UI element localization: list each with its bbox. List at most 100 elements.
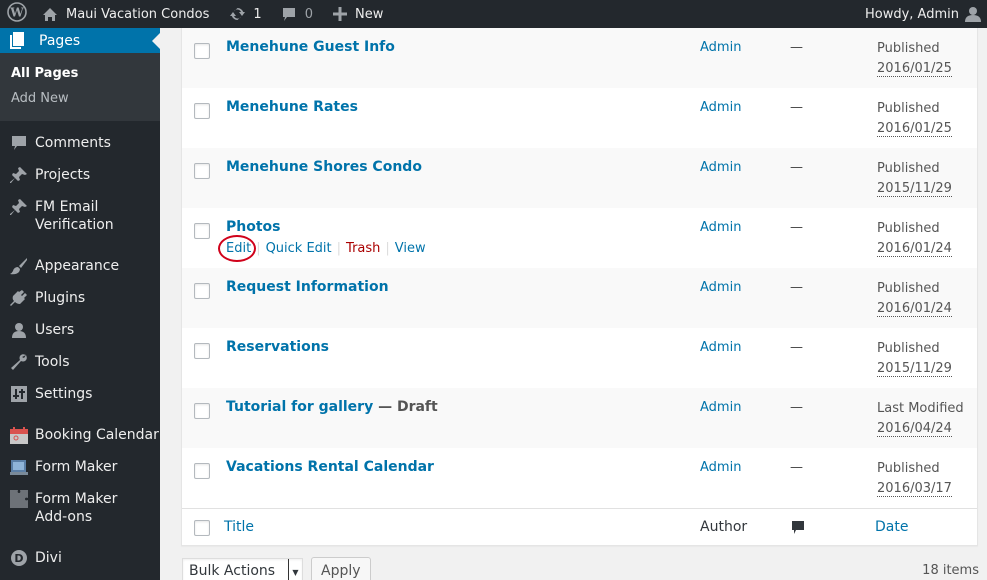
sidebar-item-label: Divi [35,550,62,566]
title-cell: Photos [226,219,281,235]
avatar-icon [965,6,981,22]
separator: | [385,241,390,256]
quick-edit-link[interactable]: Quick Edit [266,241,332,256]
row-checkbox[interactable] [194,43,210,59]
comments-count: — [790,400,803,415]
post-status: Published [877,461,940,476]
pin-icon [9,166,29,184]
author-link[interactable]: Admin [700,340,741,355]
page-title-link[interactable]: Reservations [226,339,329,355]
edit-link[interactable]: Edit [226,241,251,256]
post-date: 2016/04/24 [877,421,952,437]
puzzle-icon [9,490,29,508]
sidebar-item-plugins[interactable]: Plugins [0,282,160,314]
sliders-icon [9,385,29,403]
greeting: Howdy, Admin [864,6,959,22]
wordpress-icon: W [7,2,27,26]
date-cell: Published 2016/01/24 [877,279,952,319]
sidebar-item-form-maker-addons[interactable]: Form Maker Add-ons [0,483,160,533]
pages-submenu: All Pages Add New [0,53,160,121]
sidebar-item-form-maker[interactable]: Form Maker [0,451,160,483]
row-checkbox[interactable] [194,223,210,239]
title-cell: Request Information [226,279,389,295]
submenu-all-pages[interactable]: All Pages [0,61,160,86]
wrench-icon [9,353,29,371]
author-link[interactable]: Admin [700,220,741,235]
row-checkbox[interactable] [194,283,210,299]
date-cell: Published 2016/03/17 [877,459,952,499]
sidebar-item-label: Users [35,322,75,338]
post-status: Published [877,41,940,56]
table-footer: Title Author Date [182,508,977,545]
comments-count: — [790,100,803,115]
sort-by-date-link[interactable]: Date [875,519,908,535]
separator: | [336,241,342,256]
row-checkbox[interactable] [194,103,210,119]
sidebar-item-appearance[interactable]: Appearance [0,250,160,282]
comment-icon [791,520,805,539]
select-all-checkbox[interactable] [194,520,210,536]
row-checkbox[interactable] [194,343,210,359]
sidebar-item-comments[interactable]: Comments [0,127,160,159]
sidebar-item-label: Tools [35,354,70,370]
author-link[interactable]: Admin [700,160,741,175]
date-cell: Published 2016/01/25 [877,39,952,79]
comments-count: — [790,160,803,175]
author-column-header: Author [700,519,748,535]
comments-link[interactable]: 0 [275,0,320,28]
trash-link[interactable]: Trash [346,241,380,256]
sidebar-item-projects[interactable]: Projects [0,159,160,191]
sidebar-item-label: Form Maker [35,459,118,475]
table-row: Tutorial for gallery — Draft Admin — Last M… [182,388,977,448]
sidebar-item-settings[interactable]: Settings [0,378,160,410]
table-row: Menehune Shores Condo Admin — Published 2015… [182,148,977,208]
bulk-actions-select[interactable]: Bulk Actions ▼ [182,558,303,580]
row-checkbox[interactable] [194,463,210,479]
comments-count: — [790,460,803,475]
new-content-link[interactable]: New [326,0,390,28]
page-title-link[interactable]: Menehune Rates [226,99,358,115]
sort-by-title-link[interactable]: Title [224,519,254,535]
sidebar-item-pages[interactable]: Pages [0,28,160,53]
submenu-add-new[interactable]: Add New [0,86,160,111]
view-link[interactable]: View [395,241,426,256]
sidebar-item-users[interactable]: Users [0,314,160,346]
page-title-link[interactable]: Request Information [226,279,389,295]
page-title-link[interactable]: Vacations Rental Calendar [226,459,434,475]
apply-button[interactable]: Apply [311,557,371,580]
sidebar-item-booking-calendar[interactable]: Booking Calendar [0,419,160,451]
separator: | [256,241,261,256]
sidebar-item-label: Projects [35,167,91,183]
wordpress-logo-button[interactable]: W [0,0,35,28]
author-link[interactable]: Admin [700,100,741,115]
admin-sidebar: Pages All Pages Add New Comments Project… [0,28,160,580]
post-status: Published [877,161,940,176]
pages-icon [9,31,25,50]
date-cell: Published 2016/01/24 [877,219,952,259]
table-row: Vacations Rental Calendar Admin — Published… [182,448,977,508]
author-link[interactable]: Admin [700,40,741,55]
row-checkbox[interactable] [194,163,210,179]
sidebar-item-tools[interactable]: Tools [0,346,160,378]
site-name-link[interactable]: Maui Vacation Condos [35,0,216,28]
author-link[interactable]: Admin [700,400,741,415]
page-title-link[interactable]: Menehune Shores Condo [226,159,422,175]
items-count: 18 items [922,563,979,578]
page-title-link[interactable]: Photos [226,219,281,235]
author-link[interactable]: Admin [700,460,741,475]
page-title-link[interactable]: Menehune Guest Info [226,39,395,55]
author-link[interactable]: Admin [700,280,741,295]
comments-count: 0 [304,6,313,22]
page-title-link[interactable]: Tutorial for gallery [226,399,373,415]
sidebar-item-fm-email-verification[interactable]: FM Email Verification [0,191,160,241]
comment-icon [282,7,296,22]
my-account-link[interactable]: Howdy, Admin [858,0,987,28]
row-checkbox[interactable] [194,403,210,419]
sidebar-item-divi[interactable]: D Divi [0,542,160,574]
post-date: 2016/01/25 [877,121,952,137]
updates-link[interactable]: 1 [222,0,268,28]
sidebar-item-label: Comments [35,135,111,151]
sidebar-item-label: Pages [39,32,81,49]
form-icon [9,458,29,476]
paintbrush-icon [9,257,29,275]
